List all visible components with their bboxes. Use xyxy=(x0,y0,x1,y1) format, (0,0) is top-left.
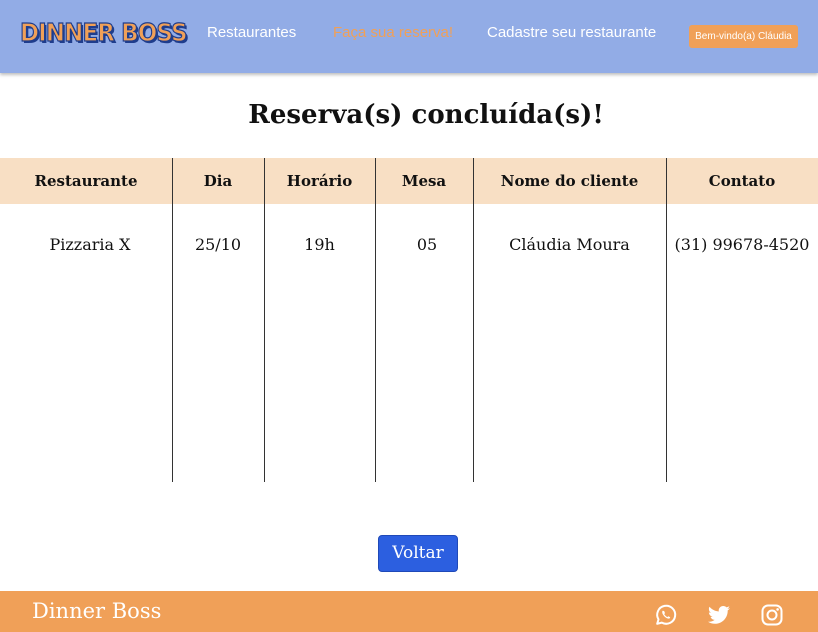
cell-day: 25/10 xyxy=(194,235,242,254)
column-header-contact: Contato xyxy=(708,172,776,190)
cell-contact: (31) 99678-4520 xyxy=(674,235,810,254)
column-divider xyxy=(473,158,474,482)
column-divider xyxy=(172,158,173,482)
navbar: DINNER BOSS Restaurantes Faça sua reserv… xyxy=(0,0,818,73)
column-header-table: Mesa xyxy=(401,172,447,190)
nav-link-restaurants[interactable]: Restaurantes xyxy=(207,24,296,41)
column-divider xyxy=(666,158,667,482)
welcome-badge[interactable]: Bem-vindo(a) Cláudia xyxy=(689,25,798,48)
cell-table-number: 05 xyxy=(416,235,438,254)
cell-client-name: Cláudia Moura xyxy=(509,235,630,254)
nav-link-register-restaurant[interactable]: Cadastre seu restaurante xyxy=(487,24,656,41)
column-divider xyxy=(375,158,376,482)
column-header-time: Horário xyxy=(286,172,353,190)
column-header-client-name: Nome do cliente xyxy=(500,172,639,190)
column-header-day: Dia xyxy=(203,172,233,190)
column-header-restaurant: Restaurante xyxy=(34,172,138,190)
footer-brand: Dinner Boss xyxy=(32,599,162,623)
cell-time: 19h xyxy=(304,235,335,254)
table-header-row: Restaurante Dia Horário Mesa Nome do cli… xyxy=(0,158,818,204)
footer: Dinner Boss xyxy=(0,591,818,632)
twitter-icon[interactable] xyxy=(707,603,731,627)
column-divider xyxy=(264,158,265,482)
cell-restaurant: Pizzaria X xyxy=(49,235,131,254)
logo[interactable]: DINNER BOSS xyxy=(19,17,188,47)
instagram-icon[interactable] xyxy=(760,603,784,627)
nav-link-reserve[interactable]: Faça sua reserva! xyxy=(333,24,453,41)
page-title: Reserva(s) concluída(s)! xyxy=(248,100,604,130)
whatsapp-icon[interactable] xyxy=(654,603,678,627)
back-button[interactable]: Voltar xyxy=(378,535,458,572)
